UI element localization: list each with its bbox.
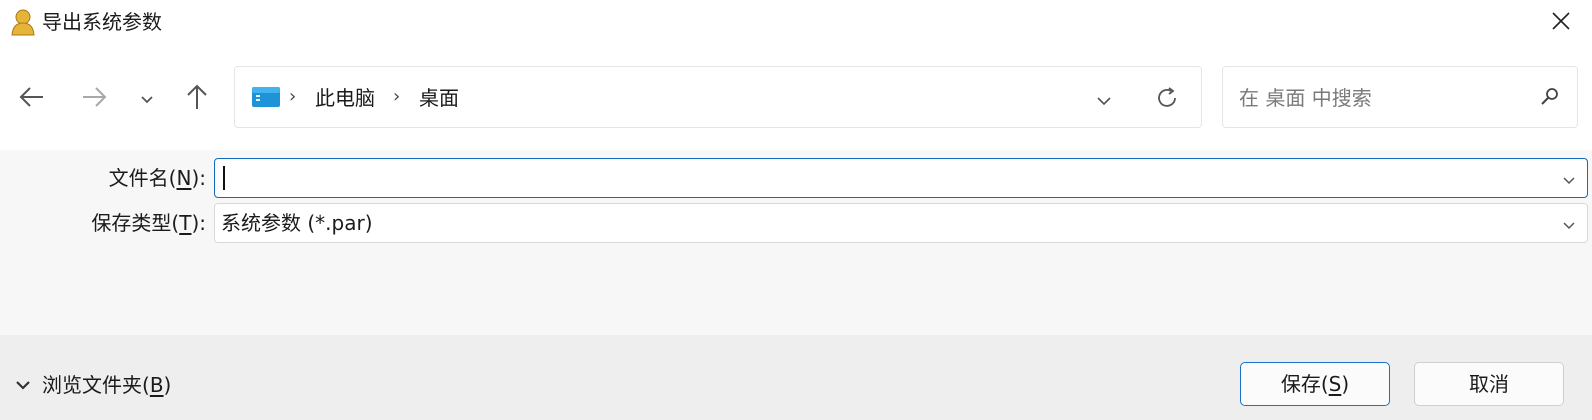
cancel-button[interactable]: 取消 [1414,362,1564,406]
this-pc-icon [251,85,281,113]
chevron-down-icon [14,376,32,395]
filetype-label: 保存类型(T): [91,211,206,235]
up-button[interactable] [180,80,214,118]
refresh-icon [1155,86,1179,114]
back-button[interactable] [14,80,50,118]
search-box[interactable]: 在 桌面 中搜索 [1222,66,1578,128]
browse-folders-label: 浏览文件夹(B) [42,373,172,397]
breadcrumb-item-this-pc[interactable]: 此电脑 [315,84,375,112]
user-icon [10,8,36,36]
save-button[interactable]: 保存(S) [1240,362,1390,406]
filetype-dropdown-button[interactable] [1559,214,1579,234]
save-form: 文件名(N): 保存类型(T): 系统参数 (*.par) [0,150,1592,335]
filetype-value: 系统参数 (*.par) [221,211,373,235]
arrow-right-icon [81,86,107,112]
title-bar: 导出系统参数 [0,0,1592,46]
breadcrumb-item-desktop[interactable]: 桌面 [419,84,459,112]
refresh-button[interactable] [1151,84,1183,116]
filename-input[interactable] [214,158,1588,198]
filename-label: 文件名(N): [108,166,206,190]
chevron-down-icon [1562,170,1576,189]
breadcrumb-separator: › [393,86,401,107]
text-cursor [223,166,225,190]
breadcrumb-separator: › [289,86,297,107]
arrow-up-icon [186,84,208,114]
filetype-select[interactable]: 系统参数 (*.par) [214,203,1588,243]
chevron-down-icon [140,90,154,109]
browse-folders-toggle[interactable]: 浏览文件夹(B) [14,369,171,401]
chevron-down-icon [1096,91,1112,110]
recent-locations-button[interactable] [134,80,160,118]
navigation-bar: › 此电脑 › 桌面 在 桌面 中搜索 [0,46,1592,150]
window-title: 导出系统参数 [42,10,162,34]
dialog-footer: 浏览文件夹(B) 保存(S) 取消 [0,335,1592,420]
close-button[interactable] [1544,8,1578,38]
arrow-left-icon [19,86,45,112]
search-icon[interactable] [1539,85,1561,111]
filename-dropdown-button[interactable] [1559,169,1579,189]
close-icon [1552,12,1570,34]
chevron-down-icon [1562,215,1576,234]
address-bar[interactable]: › 此电脑 › 桌面 [234,66,1202,128]
search-placeholder: 在 桌面 中搜索 [1239,86,1372,110]
address-dropdown-button[interactable] [1089,85,1119,115]
forward-button[interactable] [76,80,112,118]
